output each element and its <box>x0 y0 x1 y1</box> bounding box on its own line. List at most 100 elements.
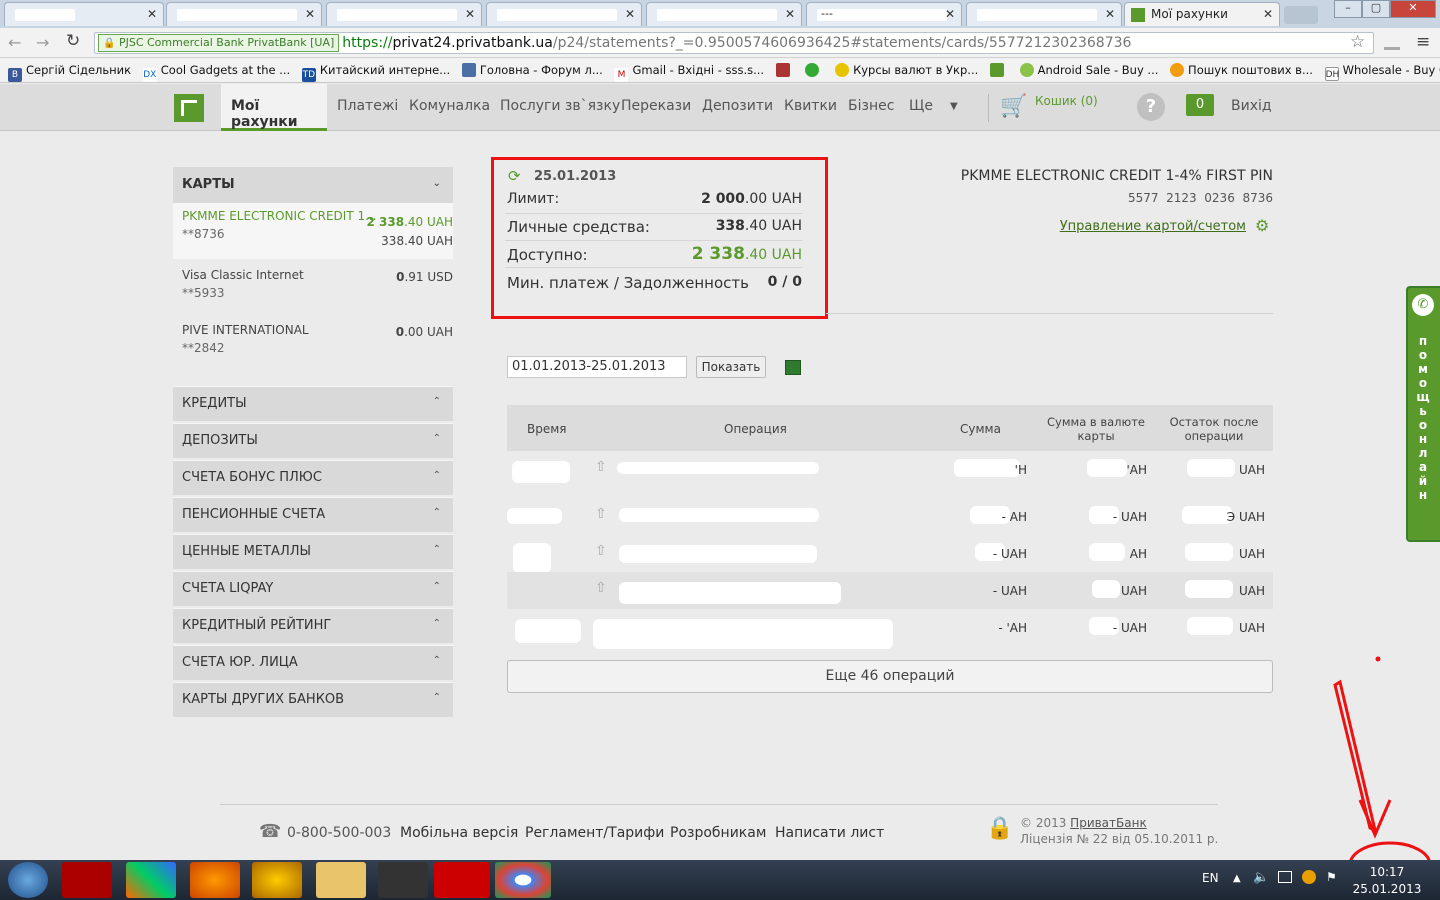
section-metals[interactable]: ЦЕННЫЕ МЕТАЛЛЫ ⌃ <box>173 534 453 569</box>
menu-icon[interactable]: ≡ <box>1416 32 1430 52</box>
bookmark-item[interactable]: M Gmail - Вхідні - sss.s... <box>614 58 764 82</box>
taskbar-opera-icon[interactable] <box>62 862 112 898</box>
taskbar-app-icon[interactable] <box>126 862 176 898</box>
nav-tab-my-accounts[interactable]: Мої рахунки <box>221 84 327 131</box>
taskbar-app-icon[interactable] <box>252 862 302 898</box>
table-row[interactable]: ⇧ 'Н 'АН UAH <box>507 451 1273 488</box>
footer-tariffs-link[interactable]: Регламент/Тарифи <box>525 825 664 841</box>
section-credit-rating[interactable]: КРЕДИТНЫЙ РЕЙТИНГ ⌃ <box>173 608 453 643</box>
bookmark-item[interactable]: DHWholesale - Buy Chi... <box>1324 58 1440 82</box>
table-row-hover[interactable]: ⇧ - UAH UAH UAH <box>507 572 1273 609</box>
bookmark-item[interactable]: DX Cool Gadgets at the ... <box>142 58 290 82</box>
close-icon[interactable]: ✕ <box>785 7 795 21</box>
close-icon[interactable]: ✕ <box>1105 7 1115 21</box>
reload-icon[interactable]: ↻ <box>66 31 80 51</box>
more-operations-button[interactable]: Еще 46 операций <box>507 660 1273 693</box>
browser-tab-active[interactable]: Мої рахунки ✕ <box>1124 2 1280 26</box>
nav-utilities[interactable]: Комуналка <box>409 98 490 114</box>
bookmark-item[interactable]: TD Китайский интерне... <box>301 58 450 82</box>
chevron-down-icon[interactable]: ▼ <box>950 101 958 112</box>
browser-tab[interactable]: ✕ <box>4 2 164 26</box>
nav-transfers[interactable]: Перекази <box>621 98 691 114</box>
taskbar-firefox-icon[interactable] <box>190 862 240 898</box>
close-icon[interactable]: ✕ <box>147 7 157 21</box>
browser-tab[interactable]: ✕ <box>166 2 322 26</box>
footer-mobile-link[interactable]: Мобільна версія <box>400 825 518 841</box>
bookmark-item[interactable]: Android Sale - Buy ... <box>1019 58 1158 82</box>
nav-telecom[interactable]: Послуги зв`язку <box>500 98 620 114</box>
browser-tab[interactable]: ✕ <box>326 2 482 26</box>
network-icon[interactable] <box>1278 871 1292 883</box>
bookmark-icon-only[interactable] <box>775 58 794 82</box>
close-icon[interactable]: ✕ <box>305 7 315 21</box>
section-legal-entity[interactable]: СЧЕТА ЮР. ЛИЦА ⌃ <box>173 645 453 680</box>
bookmark-icon-only[interactable] <box>805 58 823 82</box>
cart-link[interactable]: Кошик (0) <box>1035 94 1098 108</box>
clock-date[interactable]: 25.01.2013 <box>1352 882 1422 896</box>
taskbar-chrome-icon[interactable] <box>495 862 551 898</box>
browser-tab[interactable]: ✕ <box>486 2 642 26</box>
close-icon[interactable]: ✕ <box>1263 7 1273 21</box>
browser-tab[interactable]: ✕ <box>646 2 802 26</box>
section-pension[interactable]: ПЕНСИОННЫЕ СЧЕТА ⌃ <box>173 497 453 532</box>
table-row[interactable]: ⇧ - UAH АН UAH <box>507 535 1273 573</box>
gear-icon[interactable]: ⚙ <box>1255 216 1269 235</box>
back-arrow-icon[interactable]: ← <box>8 33 21 52</box>
manage-card-link[interactable]: Управление картой/счетом <box>1000 219 1246 234</box>
maximize-button[interactable]: ▢ <box>1362 0 1390 18</box>
close-icon[interactable]: ✕ <box>945 7 955 21</box>
nav-payments[interactable]: Платежі <box>337 98 398 114</box>
language-indicator[interactable]: EN <box>1202 871 1219 885</box>
card-item[interactable]: PKMME ELECTRONIC CREDIT 1... **8736 2 33… <box>173 203 453 259</box>
clock-time[interactable]: 10:17 <box>1362 865 1412 879</box>
stats-icon[interactable] <box>1384 36 1400 50</box>
taskbar-opera-active-icon[interactable] <box>434 862 490 898</box>
ev-certificate-badge[interactable]: 🔒 PJSC Commercial Bank PrivatBank [UA] <box>98 34 340 52</box>
card-item[interactable]: PIVE INTERNATIONAL **2842 0.00 UAH <box>173 317 453 373</box>
minimize-button[interactable]: – <box>1334 0 1362 18</box>
bookmark-star-icon[interactable]: ☆ <box>1350 32 1365 52</box>
taskbar-media-icon[interactable] <box>378 862 428 898</box>
section-credits[interactable]: КРЕДИТЫ ⌃ <box>173 386 453 421</box>
section-bonus-plus[interactable]: СЧЕТА БОНУС ПЛЮС ⌃ <box>173 460 453 495</box>
help-icon[interactable]: ? <box>1137 93 1165 121</box>
section-deposits[interactable]: ДЕПОЗИТЫ ⌃ <box>173 423 453 458</box>
bookmark-item[interactable]: B Сергій Сідельник <box>8 58 131 82</box>
close-icon[interactable]: ✕ <box>465 7 475 21</box>
footer-write-link[interactable]: Написати лист <box>775 825 884 841</box>
forward-arrow-icon[interactable]: → <box>36 33 49 52</box>
browser-tab[interactable]: --- ✕ <box>806 2 962 26</box>
close-icon[interactable]: ✕ <box>625 7 635 21</box>
bookmark-item[interactable]: Головна - Форум л... <box>461 58 603 82</box>
nav-business[interactable]: Бізнес <box>848 98 894 114</box>
browser-tab[interactable]: ✕ <box>966 2 1122 26</box>
cards-section-header[interactable]: КАРТЫ ⌄ <box>173 167 453 203</box>
bookmark-icon-only[interactable] <box>989 58 1008 82</box>
tray-app-icon[interactable] <box>1302 870 1316 884</box>
cart-icon[interactable]: 🛒 <box>1000 94 1027 119</box>
flag-icon[interactable]: ⚑ <box>1326 870 1337 884</box>
period-input[interactable]: 01.01.2013-25.01.2013 <box>507 356 687 378</box>
volume-icon[interactable]: 🔈 <box>1253 870 1269 885</box>
url-input[interactable]: 🔒 PJSC Commercial Bank PrivatBank [UA] ht… <box>94 32 1374 54</box>
privatbank-logo-icon[interactable] <box>174 94 204 122</box>
nav-tickets[interactable]: Квитки <box>784 98 837 114</box>
nav-more[interactable]: Ще <box>909 98 933 114</box>
bookmark-item[interactable]: Пошук поштових в... <box>1170 58 1313 82</box>
section-other-banks[interactable]: КАРТЫ ДРУГИХ БАНКОВ ⌃ <box>173 682 453 717</box>
footer-developers-link[interactable]: Розробникам <box>670 825 766 841</box>
bookmark-item[interactable]: Курсы валют в Укр... <box>835 58 978 82</box>
show-button[interactable]: Показать <box>696 356 766 378</box>
tray-chevron-icon[interactable]: ▲ <box>1233 873 1241 884</box>
help-online-widget[interactable]: ✆ помощь онлайн <box>1406 286 1440 542</box>
section-liqpay[interactable]: СЧЕТА LIQPAY ⌃ <box>173 571 453 606</box>
nav-deposits[interactable]: Депозити <box>702 98 773 114</box>
card-item[interactable]: Visa Classic Internet **5933 0.91 USD <box>173 262 453 318</box>
new-tab-button[interactable] <box>1284 6 1318 24</box>
start-button[interactable] <box>8 862 48 898</box>
refresh-icon[interactable]: ⟳ <box>508 167 521 185</box>
privatbank-link[interactable]: ПриватБанк <box>1070 816 1147 830</box>
logout-link[interactable]: Вихід <box>1231 98 1272 114</box>
taskbar-explorer-icon[interactable] <box>316 862 366 898</box>
messages-badge[interactable]: 0 <box>1186 94 1214 116</box>
